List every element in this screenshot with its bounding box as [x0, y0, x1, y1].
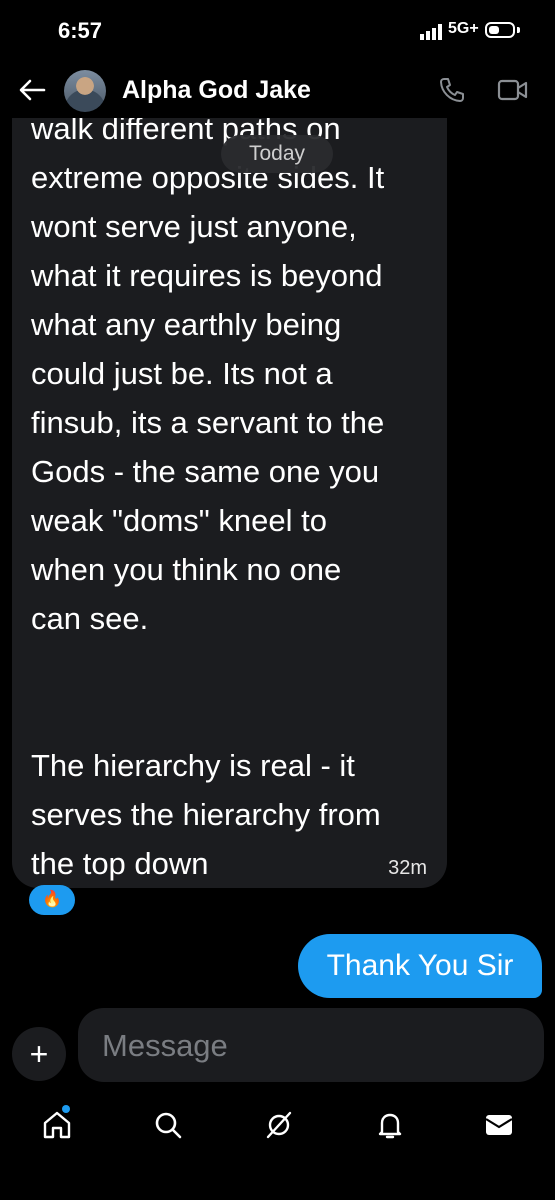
add-attachment-button[interactable]: +: [12, 1027, 66, 1081]
battery-icon: [485, 22, 515, 38]
message-input[interactable]: [100, 1008, 526, 1084]
search-icon[interactable]: [151, 1108, 185, 1142]
messages-icon[interactable]: [482, 1108, 516, 1142]
status-time: 6:57: [58, 18, 103, 43]
phone-icon[interactable]: [438, 76, 466, 104]
home-icon[interactable]: [40, 1108, 74, 1142]
signal-icon: [420, 24, 442, 40]
message-composer[interactable]: [78, 1008, 544, 1084]
fire-reaction[interactable]: 🔥: [29, 885, 75, 915]
back-arrow-icon[interactable]: [18, 78, 46, 102]
battery-tip: [517, 27, 520, 33]
message-timestamp: 32m: [388, 857, 427, 879]
network-type: 5G+: [448, 20, 479, 37]
date-badge: Today: [221, 135, 333, 173]
plus-icon: +: [29, 1036, 49, 1072]
grok-icon[interactable]: [262, 1108, 296, 1142]
video-icon[interactable]: [497, 77, 529, 103]
outgoing-message-bubble[interactable]: Thank You Sir: [298, 934, 542, 998]
status-bar: 6:57 5G+: [0, 0, 555, 62]
contact-name[interactable]: Alpha God Jake: [122, 76, 311, 105]
avatar[interactable]: [64, 70, 106, 112]
incoming-message-bubble[interactable]: walk different paths on extreme opposite…: [12, 84, 447, 888]
conversation-header: Alpha God Jake: [0, 62, 555, 118]
message-text: walk different paths on extreme opposite…: [31, 111, 385, 881]
unread-dot: [62, 1105, 70, 1113]
bottom-nav: [0, 1100, 555, 1150]
notifications-icon[interactable]: [373, 1108, 407, 1142]
